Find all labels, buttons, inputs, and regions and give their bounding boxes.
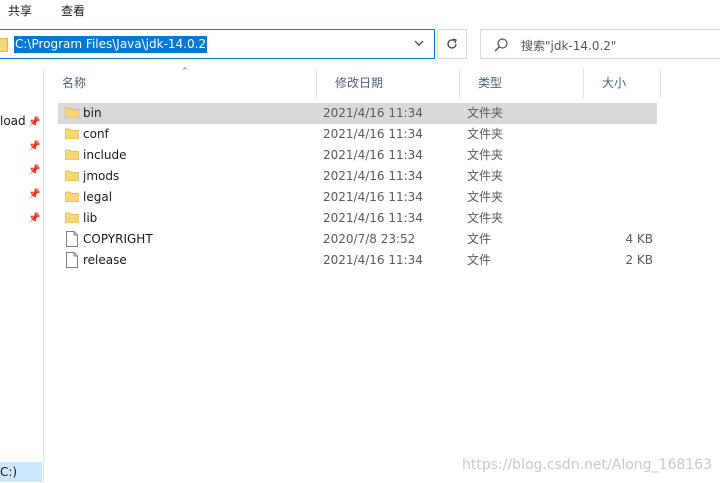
ribbon: 共享 查看	[0, 0, 720, 22]
folder-icon	[64, 191, 80, 203]
file-name: bin	[83, 106, 102, 120]
folder-icon	[64, 212, 80, 224]
nav-item-downloads[interactable]: load	[0, 114, 26, 128]
address-path[interactable]: C:\Program Files\Java\jdk-14.0.2	[14, 36, 208, 53]
file-date: 2021/4/16 11:34	[323, 127, 423, 141]
file-date: 2021/4/16 11:34	[323, 211, 423, 225]
table-row[interactable]: bin 2021/4/16 11:34 文件夹	[58, 103, 657, 124]
file-size	[593, 208, 653, 229]
file-name: release	[83, 253, 127, 267]
address-row: C:\Program Files\Java\jdk-14.0.2 搜索"jdk-…	[0, 22, 720, 68]
folder-icon	[64, 128, 80, 140]
tab-view[interactable]: 查看	[61, 2, 85, 19]
file-name: conf	[83, 127, 109, 141]
file-size	[593, 187, 653, 208]
folder-icon	[64, 107, 80, 119]
file-size	[593, 145, 653, 166]
column-header-date[interactable]: 修改日期	[317, 68, 460, 98]
refresh-icon	[445, 38, 459, 55]
file-size: 2 KB	[625, 253, 653, 267]
chevron-down-icon[interactable]	[412, 37, 426, 51]
refresh-button[interactable]	[437, 29, 467, 59]
file-type: 文件夹	[467, 211, 504, 225]
table-row[interactable]: release 2021/4/16 11:34 文件 2 KB	[58, 250, 657, 271]
column-header-size[interactable]: 大小	[584, 68, 661, 98]
address-bar[interactable]: C:\Program Files\Java\jdk-14.0.2	[0, 29, 435, 59]
file-type: 文件夹	[467, 148, 504, 162]
file-type: 文件夹	[467, 106, 504, 120]
file-size	[593, 166, 653, 187]
file-date: 2021/4/16 11:34	[323, 148, 423, 162]
file-icon	[66, 252, 78, 268]
file-type: 文件	[467, 232, 492, 246]
folder-icon	[0, 38, 8, 52]
file-name: include	[83, 148, 127, 162]
file-date: 2020/7/8 23:52	[323, 232, 416, 246]
pin-icon[interactable]: 📌	[28, 166, 40, 176]
watermark: https://blog.csdn.net/Along_168163	[462, 457, 712, 473]
file-date: 2021/4/16 11:34	[323, 169, 423, 183]
folder-icon	[64, 149, 80, 161]
table-row[interactable]: COPYRIGHT 2020/7/8 23:52 文件 4 KB	[58, 229, 657, 250]
file-type: 文件夹	[467, 169, 504, 183]
column-header-name[interactable]: 名称	[44, 68, 317, 98]
file-date: 2021/4/16 11:34	[323, 190, 423, 204]
table-row[interactable]: lib 2021/4/16 11:34 文件夹	[58, 208, 657, 229]
file-name: jmods	[83, 169, 120, 183]
file-type: 文件夹	[467, 190, 504, 204]
folder-icon	[64, 170, 80, 182]
file-name: COPYRIGHT	[83, 232, 153, 246]
search-icon	[493, 37, 509, 53]
file-date: 2021/4/16 11:34	[323, 106, 423, 120]
file-type: 文件夹	[467, 127, 504, 141]
nav-item-drive-c[interactable]: C:)	[0, 462, 42, 482]
file-list: ⌃ 名称 修改日期 类型 大小 bin 2021/4/16 11:34 文件夹 con…	[44, 67, 720, 483]
table-row[interactable]: conf 2021/4/16 11:34 文件夹	[58, 124, 657, 145]
file-date: 2021/4/16 11:34	[323, 253, 423, 267]
file-size	[593, 103, 653, 124]
file-name: legal	[83, 190, 113, 204]
pin-icon[interactable]: 📌	[28, 190, 40, 200]
column-header-type[interactable]: 类型	[460, 68, 584, 98]
file-icon	[66, 231, 78, 247]
tab-share[interactable]: 共享	[8, 2, 32, 19]
search-box[interactable]: 搜索"jdk-14.0.2"	[480, 29, 720, 59]
pin-icon[interactable]: 📌	[28, 118, 40, 128]
file-name: lib	[83, 211, 98, 225]
pin-icon[interactable]: 📌	[28, 214, 40, 224]
table-row[interactable]: jmods 2021/4/16 11:34 文件夹	[58, 166, 657, 187]
file-size: 4 KB	[625, 232, 653, 246]
file-type: 文件	[467, 253, 492, 267]
search-input[interactable]: 搜索"jdk-14.0.2"	[521, 37, 616, 54]
navigation-pane: load 📌 📌 📌 📌 📌 C:)	[0, 68, 44, 483]
file-size	[593, 124, 653, 145]
pin-icon[interactable]: 📌	[28, 142, 40, 152]
table-row[interactable]: legal 2021/4/16 11:34 文件夹	[58, 187, 657, 208]
table-row[interactable]: include 2021/4/16 11:34 文件夹	[58, 145, 657, 166]
